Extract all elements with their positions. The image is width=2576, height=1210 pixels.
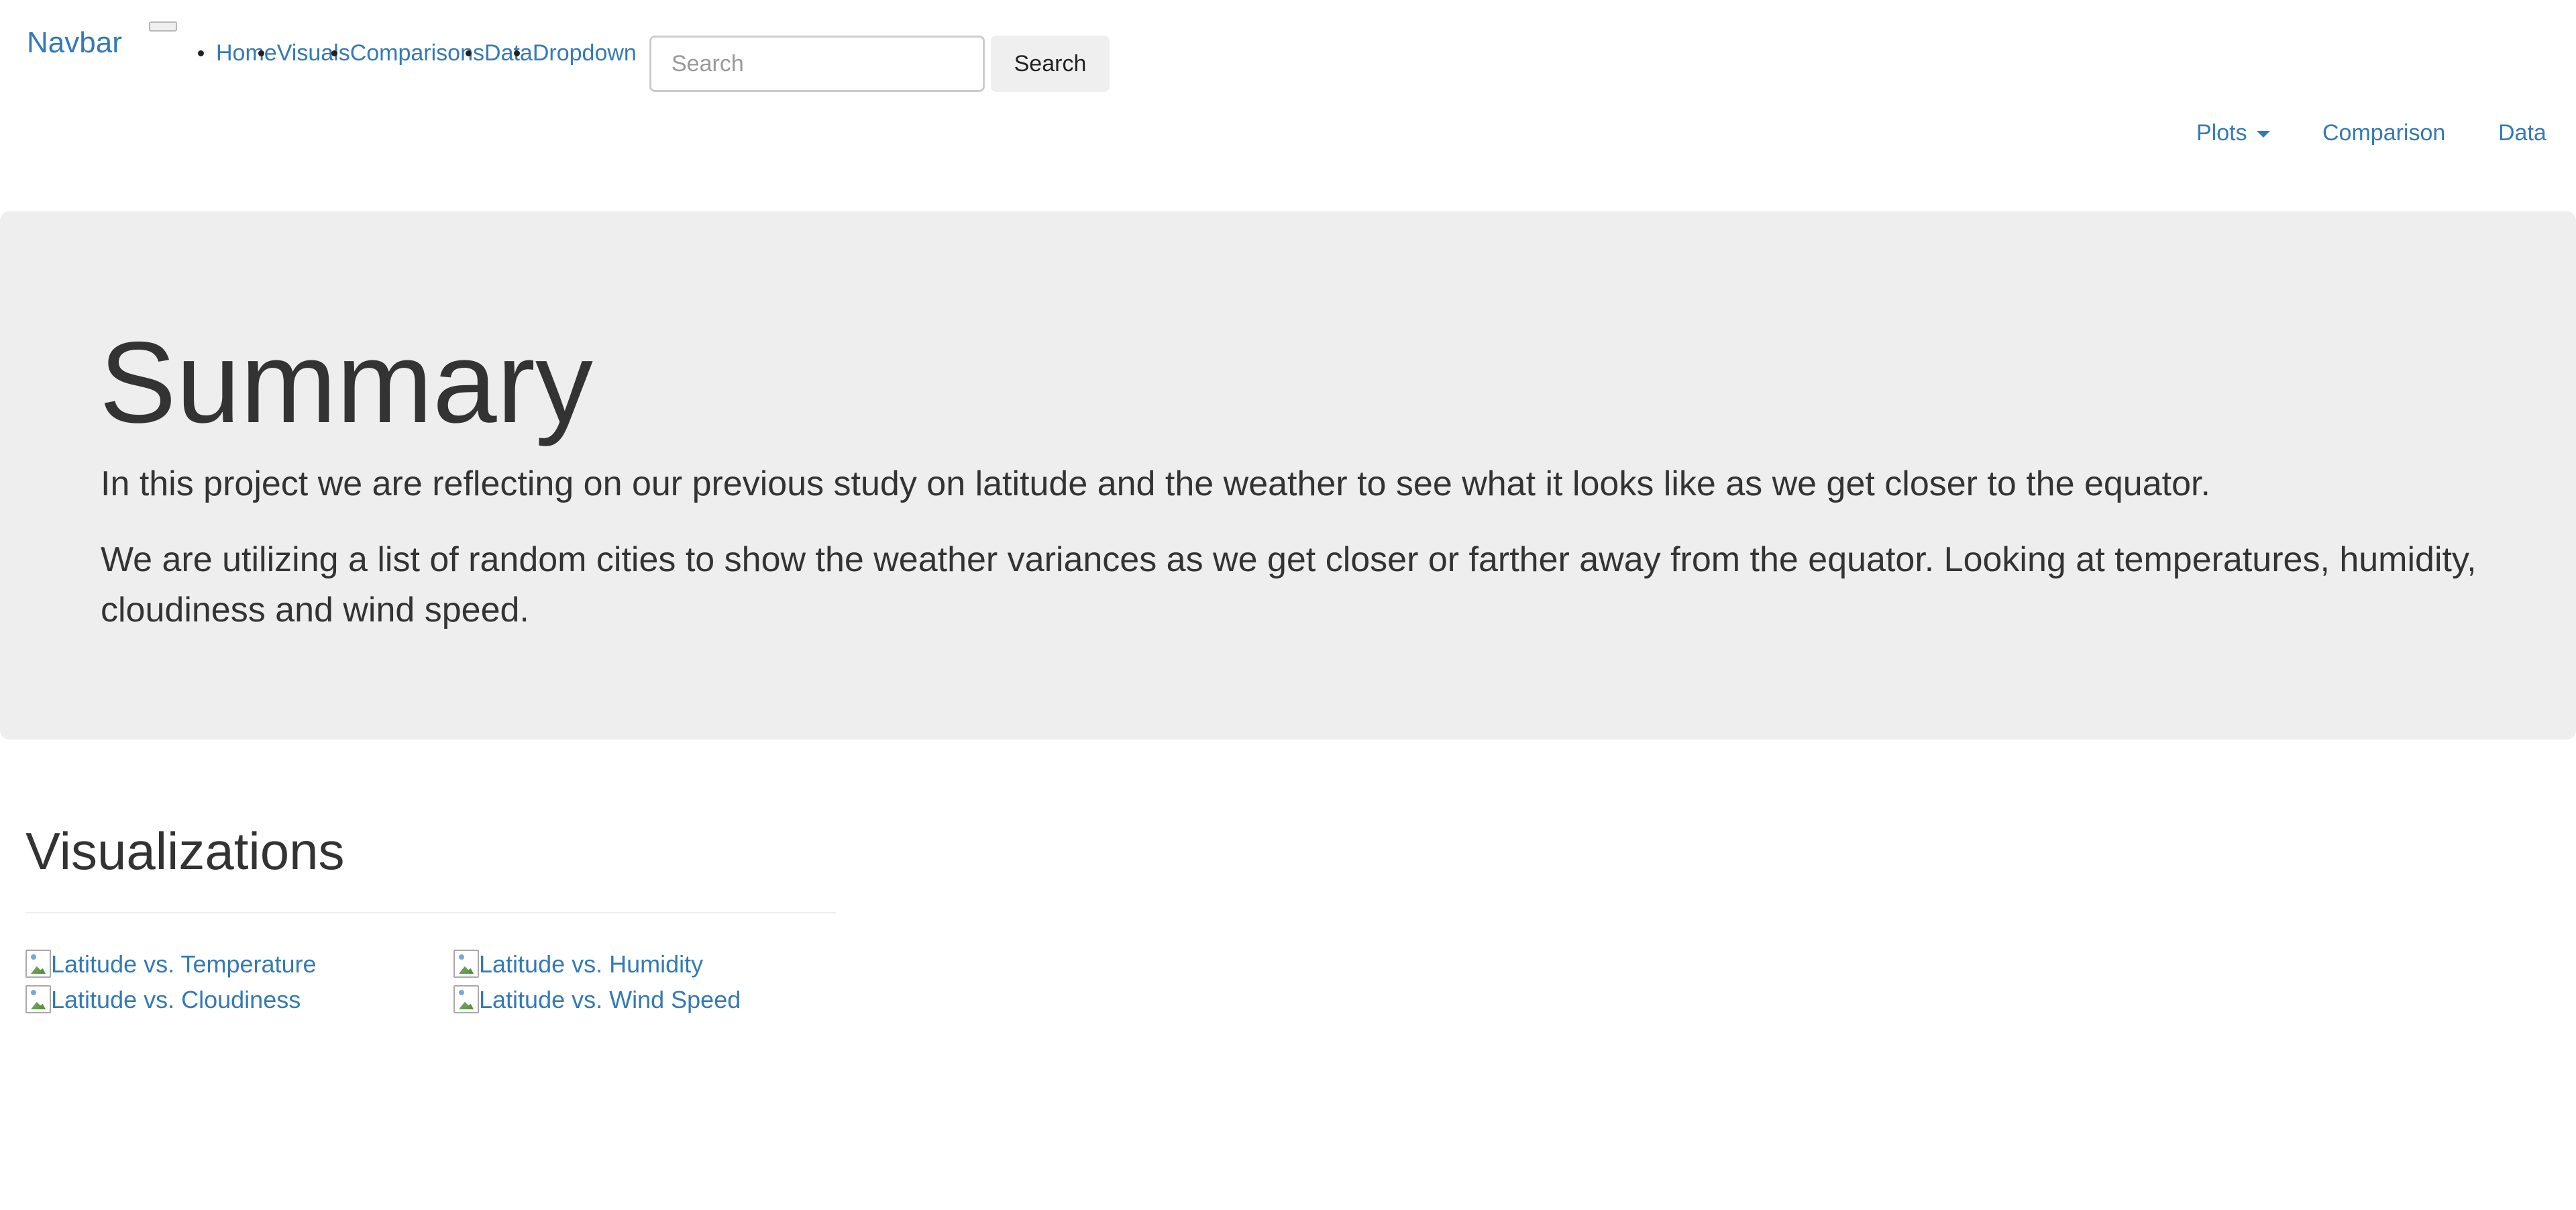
broken-image-icon [453, 985, 479, 1013]
visualizations-heading: Visualizations [25, 821, 345, 880]
visualizations-divider [25, 912, 836, 913]
nav-item-data: Data [466, 38, 533, 68]
thumbnail-alt-text: Latitude vs. Cloudiness [51, 986, 301, 1013]
nav-link-home[interactable]: Home [216, 40, 277, 66]
plots-dropdown-toggle[interactable]: Plots [2196, 118, 2270, 148]
nav-link-comparisons[interactable]: Comparisons [350, 40, 484, 66]
nav-item-visuals: Visuals [258, 38, 350, 68]
broken-image-icon [453, 950, 479, 978]
thumbnail-alt-text: Latitude vs. Humidity [479, 950, 704, 978]
nav-link-data[interactable]: Data [484, 40, 533, 66]
nav-link-comparison[interactable]: Comparison [2322, 118, 2445, 148]
thumbnail-alt-text: Latitude vs. Wind Speed [479, 986, 741, 1013]
navbar-brand[interactable]: Navbar [27, 26, 122, 60]
thumbnail-latitude-cloudiness[interactable]: Latitude vs. Cloudiness [25, 985, 301, 1015]
summary-title: Summary [99, 318, 593, 447]
nav-link-dropdown[interactable]: Dropdown [533, 40, 637, 66]
nav-item-dropdown: Dropdown [513, 38, 637, 68]
navbar: Navbar Home Visuals Comparisons Data Dro… [0, 0, 2576, 201]
navbar-toggle-button[interactable] [149, 21, 177, 32]
nav-item-home: Home [198, 38, 277, 68]
summary-paragraph-1: In this project we are reflecting on our… [101, 464, 2210, 503]
nav-item-comparisons: Comparisons [331, 38, 484, 68]
nav-link-visuals[interactable]: Visuals [277, 40, 350, 66]
search-button[interactable]: Search [991, 36, 1110, 92]
thumbnail-alt-text: Latitude vs. Temperature [51, 950, 317, 978]
nav-links: Home Visuals Comparisons Data Dropdown [198, 38, 637, 68]
thumbnail-latitude-temperature[interactable]: Latitude vs. Temperature [25, 950, 317, 979]
thumbnail-latitude-wind-speed[interactable]: Latitude vs. Wind Speed [453, 985, 741, 1015]
broken-image-icon [25, 950, 51, 978]
thumbnail-latitude-humidity[interactable]: Latitude vs. Humidity [453, 950, 703, 979]
search-input[interactable] [649, 36, 985, 92]
caret-down-icon [2256, 131, 2270, 138]
plots-dropdown-label: Plots [2196, 120, 2247, 146]
broken-image-icon [25, 985, 51, 1013]
summary-paragraph-2: We are utilizing a list of random cities… [101, 540, 2477, 629]
nav-link-data-right[interactable]: Data [2498, 118, 2546, 148]
